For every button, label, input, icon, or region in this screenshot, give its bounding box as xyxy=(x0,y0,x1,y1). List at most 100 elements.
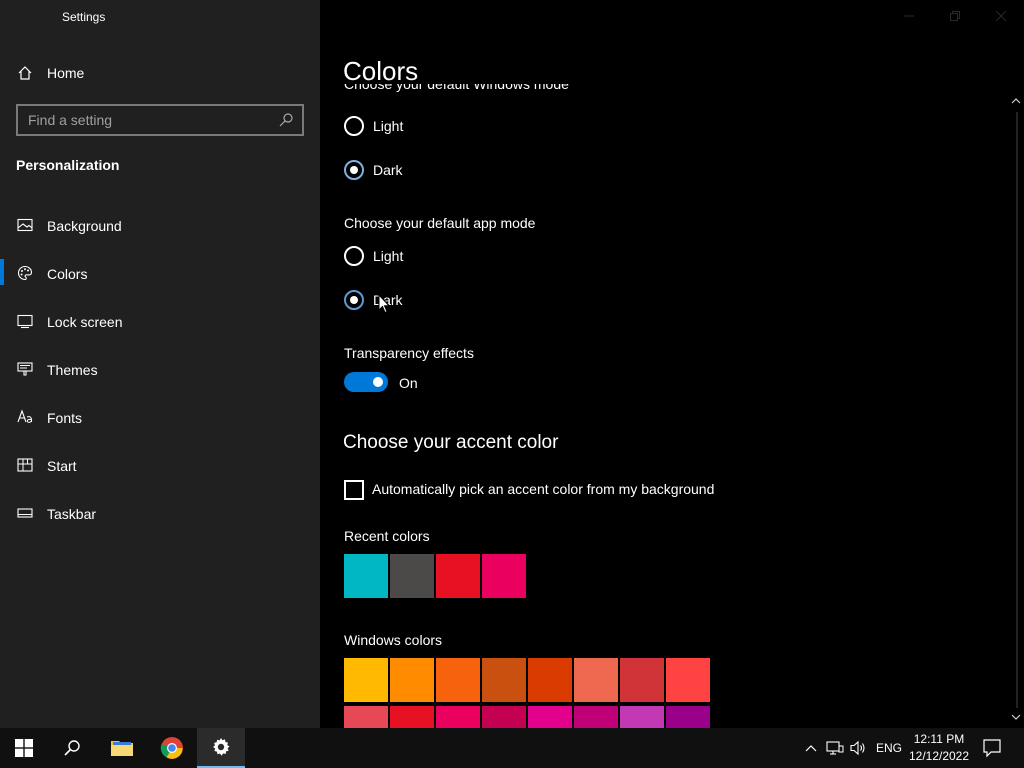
windows-color-swatch-8[interactable] xyxy=(666,658,710,702)
taskbar-clock[interactable]: 12:11 PM 12/12/2022 xyxy=(908,731,970,765)
transparency-state-label: On xyxy=(399,375,418,391)
windows-mode-dark-radio[interactable]: Dark xyxy=(344,160,403,180)
maximize-button[interactable] xyxy=(932,0,978,32)
sidebar-item-label: Background xyxy=(47,218,122,234)
speaker-icon xyxy=(850,740,865,756)
transparency-heading: Transparency effects xyxy=(344,345,474,361)
windows-mode-heading: Choose your default Windows mode xyxy=(344,84,569,94)
recent-color-swatch-3[interactable] xyxy=(436,554,480,598)
auto-accent-label: Automatically pick an accent color from … xyxy=(372,481,715,497)
windows-color-swatch-row2-5[interactable] xyxy=(528,706,572,728)
colors-page: Colors Choose your default Windows mode … xyxy=(320,0,1024,728)
recent-colors-swatches xyxy=(344,554,528,598)
nav-home[interactable]: Home xyxy=(0,56,320,90)
sidebar-item-label: Fonts xyxy=(47,410,83,426)
gear-icon xyxy=(213,738,230,756)
windows-color-swatch-row2-2[interactable] xyxy=(390,706,434,728)
volume-button[interactable] xyxy=(847,728,869,768)
windows-color-swatch-2[interactable] xyxy=(390,658,434,702)
sidebar-item-colors[interactable]: Colors xyxy=(0,252,320,300)
sidebar-item-taskbar[interactable]: Taskbar xyxy=(0,492,320,540)
sidebar-item-start[interactable]: Start xyxy=(0,444,320,492)
radio-label: Dark xyxy=(373,162,403,178)
taskbar: ENG 12:11 PM 12/12/2022 xyxy=(0,728,1024,768)
windows-colors-heading: Windows colors xyxy=(344,632,443,648)
windows-color-swatch-4[interactable] xyxy=(482,658,526,702)
windows-color-swatch-5[interactable] xyxy=(528,658,572,702)
app-mode-dark-radio[interactable]: Dark xyxy=(344,290,403,310)
folder-icon xyxy=(111,741,133,756)
sidebar-item-background[interactable]: Background xyxy=(0,204,320,252)
windows-color-swatch-row2-8[interactable] xyxy=(666,706,710,728)
sidebar-item-lock-screen[interactable]: Lock screen xyxy=(0,300,320,348)
lock-screen-icon xyxy=(17,313,33,329)
recent-color-swatch-1[interactable] xyxy=(344,554,388,598)
brush-icon xyxy=(17,361,33,377)
action-center-button[interactable] xyxy=(982,738,1002,763)
windows-color-swatch-row2-6[interactable] xyxy=(574,706,618,728)
window-controls xyxy=(886,0,1024,32)
radio-circle[interactable] xyxy=(344,290,364,310)
auto-accent-checkbox[interactable] xyxy=(344,480,364,500)
file-explorer-button[interactable] xyxy=(98,728,146,768)
windows-color-swatch-6[interactable] xyxy=(574,658,618,702)
settings-taskbar-button[interactable] xyxy=(197,728,245,768)
nav-list: Background Colors Lock screen Themes Fon… xyxy=(0,204,320,540)
windows-mode-light-radio[interactable]: Light xyxy=(344,116,403,136)
sidebar-item-label: Themes xyxy=(47,362,98,378)
radio-circle[interactable] xyxy=(344,116,364,136)
chrome-button[interactable] xyxy=(148,728,196,768)
taskbar-icon xyxy=(17,505,33,521)
fonts-icon xyxy=(17,409,33,425)
chevron-up-icon xyxy=(805,745,817,752)
show-hidden-icons-button[interactable] xyxy=(800,728,822,768)
scrollbar-track[interactable] xyxy=(1016,112,1018,708)
transparency-toggle[interactable] xyxy=(344,372,388,392)
windows-color-swatch-row2-4[interactable] xyxy=(482,706,526,728)
search-icon xyxy=(64,740,80,756)
app-mode-light-radio[interactable]: Light xyxy=(344,246,403,266)
clock-date: 12/12/2022 xyxy=(908,749,970,763)
windows-color-swatch-row2-1[interactable] xyxy=(344,706,388,728)
accent-color-heading: Choose your accent color xyxy=(343,432,559,453)
minimize-button[interactable] xyxy=(886,0,932,32)
close-button[interactable] xyxy=(978,0,1024,32)
app-mode-heading: Choose your default app mode xyxy=(344,215,536,231)
search-box[interactable] xyxy=(16,104,304,136)
scroll-down-arrow-icon[interactable] xyxy=(1011,713,1021,724)
windows-color-swatch-3[interactable] xyxy=(436,658,480,702)
sidebar-item-label: Taskbar xyxy=(47,506,97,522)
window-title: Settings xyxy=(62,10,106,24)
section-title: Personalization xyxy=(16,157,120,173)
search-icon[interactable] xyxy=(278,112,294,128)
windows-color-swatch-7[interactable] xyxy=(620,658,664,702)
notification-icon xyxy=(983,739,1001,758)
network-button[interactable] xyxy=(824,728,846,768)
windows-color-swatch-row2-3[interactable] xyxy=(436,706,480,728)
language-indicator[interactable]: ENG xyxy=(876,728,902,768)
home-icon xyxy=(17,65,33,81)
sidebar-item-fonts[interactable]: Fonts xyxy=(0,396,320,444)
scroll-up-arrow-icon[interactable] xyxy=(1011,97,1021,108)
windows-color-swatch-1[interactable] xyxy=(344,658,388,702)
mouse-cursor-icon xyxy=(378,293,391,319)
recent-color-swatch-4[interactable] xyxy=(482,554,526,598)
start-button[interactable] xyxy=(0,728,48,768)
radio-circle[interactable] xyxy=(344,246,364,266)
radio-label: Light xyxy=(373,248,404,264)
start-icon xyxy=(17,457,33,473)
windows-colors-row-2 xyxy=(344,706,712,728)
page-title: Colors xyxy=(343,56,419,86)
image-icon xyxy=(17,217,33,233)
taskbar-search-button[interactable] xyxy=(48,728,96,768)
windows-color-swatch-row2-7[interactable] xyxy=(620,706,664,728)
radio-label: Light xyxy=(373,118,404,134)
search-input[interactable] xyxy=(28,111,268,129)
sidebar-item-themes[interactable]: Themes xyxy=(0,348,320,396)
radio-circle[interactable] xyxy=(344,160,364,180)
settings-sidebar: Settings Home Personalization Background… xyxy=(0,0,320,728)
recent-color-swatch-2[interactable] xyxy=(390,554,434,598)
chrome-icon xyxy=(160,737,183,759)
windows-mode-heading-text: Choose your default Windows mode xyxy=(344,84,569,92)
sidebar-item-label: Lock screen xyxy=(47,314,123,330)
